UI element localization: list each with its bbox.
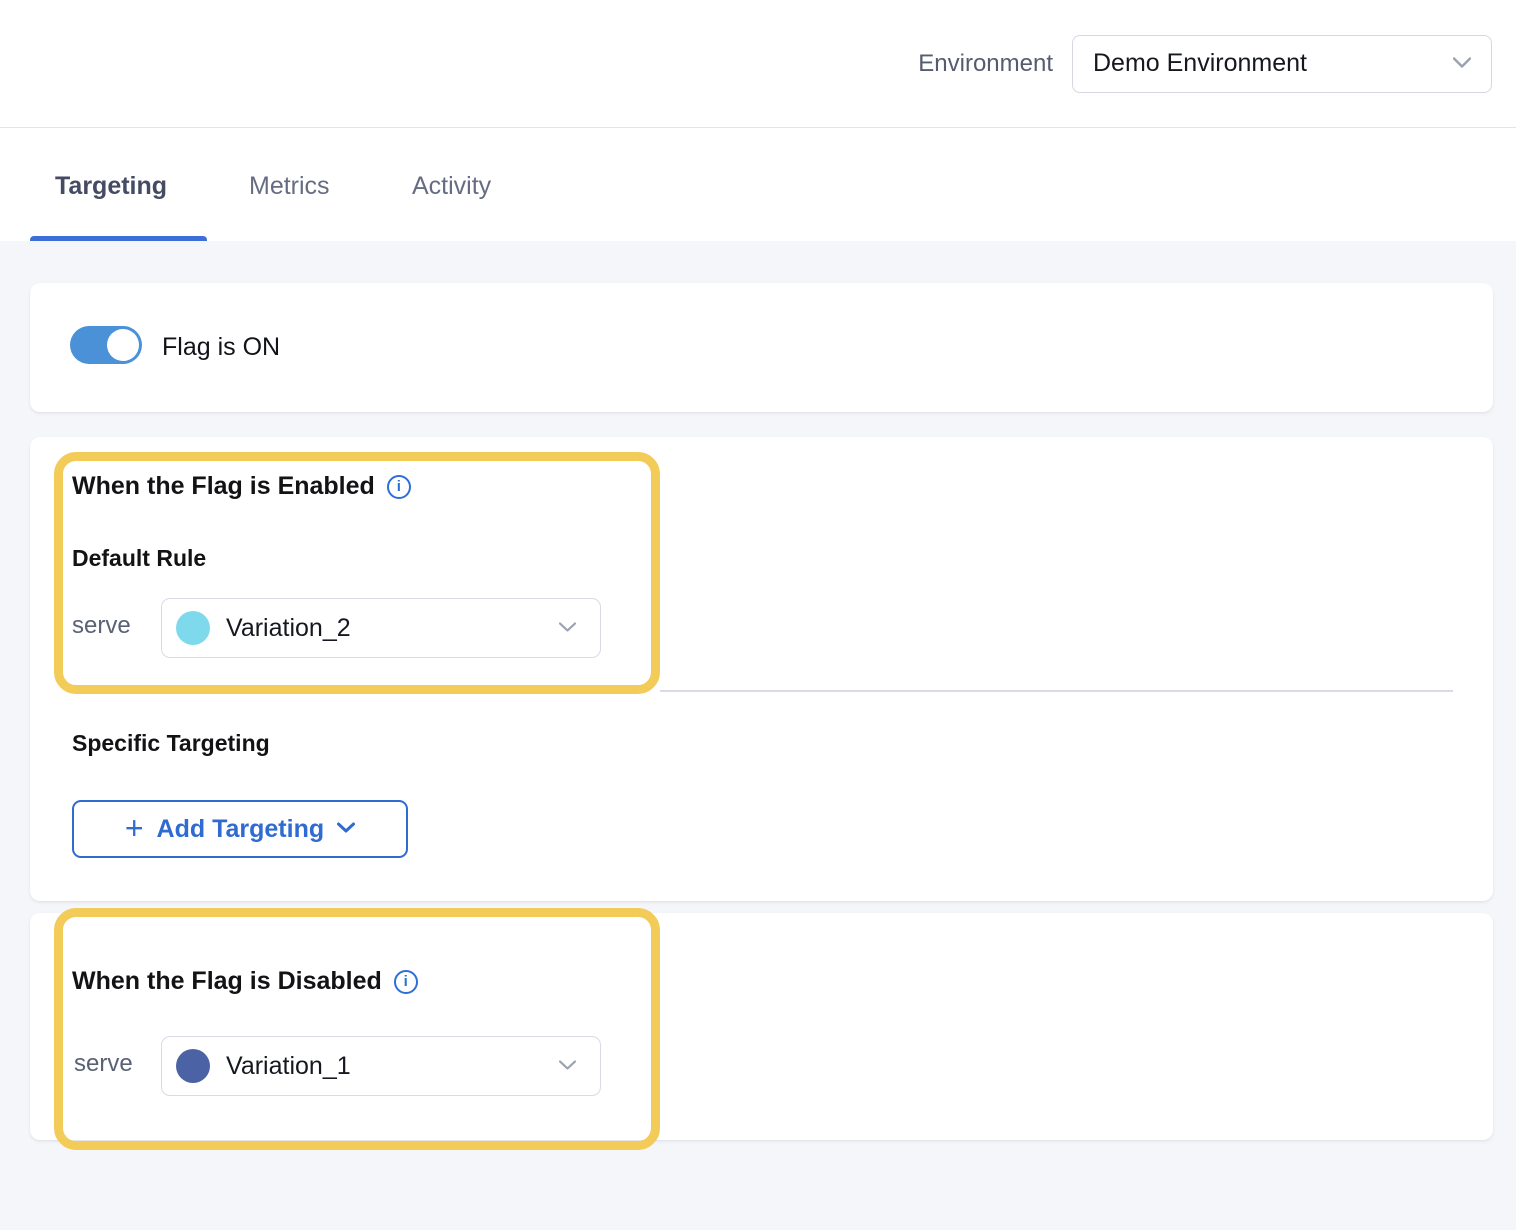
add-targeting-button[interactable]: + Add Targeting: [72, 800, 408, 858]
tab-activity[interactable]: Activity: [412, 172, 491, 201]
feature-flag-page: Environment Demo Environment Targeting M…: [0, 0, 1516, 1230]
info-icon[interactable]: i: [387, 475, 411, 499]
info-icon[interactable]: i: [394, 970, 418, 994]
flag-status-card: Flag is ON: [30, 283, 1493, 412]
flag-toggle[interactable]: [70, 326, 142, 364]
environment-label: Environment: [918, 50, 1053, 78]
chevron-down-icon: [337, 820, 355, 838]
variation2-name: Variation_2: [226, 614, 559, 643]
tab-metrics[interactable]: Metrics: [249, 172, 330, 201]
tab-bar: Targeting Metrics Activity: [0, 128, 1516, 241]
serve-label-enabled: serve: [72, 612, 131, 640]
serve-label-disabled: serve: [74, 1050, 133, 1078]
variation1-color-dot-icon: [176, 1049, 210, 1083]
flag-status-label: Flag is ON: [162, 333, 280, 362]
default-rule-variation-select[interactable]: Variation_2: [161, 598, 601, 658]
chevron-down-icon: [1453, 55, 1471, 73]
disabled-title-text: When the Flag is Disabled: [72, 967, 382, 996]
environment-select[interactable]: Demo Environment: [1072, 35, 1492, 93]
plus-icon: +: [125, 812, 144, 844]
specific-targeting-label: Specific Targeting: [72, 730, 270, 757]
add-targeting-label: Add Targeting: [157, 815, 325, 844]
header: Environment Demo Environment: [0, 0, 1516, 128]
variation1-name: Variation_1: [226, 1052, 559, 1081]
disabled-section-title: When the Flag is Disabled i: [72, 967, 418, 996]
enabled-section-title: When the Flag is Enabled i: [72, 472, 411, 501]
tab-targeting[interactable]: Targeting: [55, 172, 167, 201]
highlight-box-disabled: [54, 908, 660, 1150]
flag-disabled-card: When the Flag is Disabled i serve Variat…: [30, 913, 1493, 1140]
flag-enabled-card: When the Flag is Enabled i Default Rule …: [30, 437, 1493, 901]
chevron-down-icon: [559, 619, 576, 637]
toggle-knob-icon: [107, 329, 139, 361]
disabled-variation-select[interactable]: Variation_1: [161, 1036, 601, 1096]
main-content: Flag is ON When the Flag is Enabled i De…: [0, 241, 1516, 1230]
default-rule-label: Default Rule: [72, 545, 206, 572]
chevron-down-icon: [559, 1057, 576, 1075]
variation2-color-dot-icon: [176, 611, 210, 645]
environment-selected-value: Demo Environment: [1093, 49, 1307, 78]
section-divider: [660, 690, 1453, 692]
enabled-title-text: When the Flag is Enabled: [72, 472, 375, 501]
